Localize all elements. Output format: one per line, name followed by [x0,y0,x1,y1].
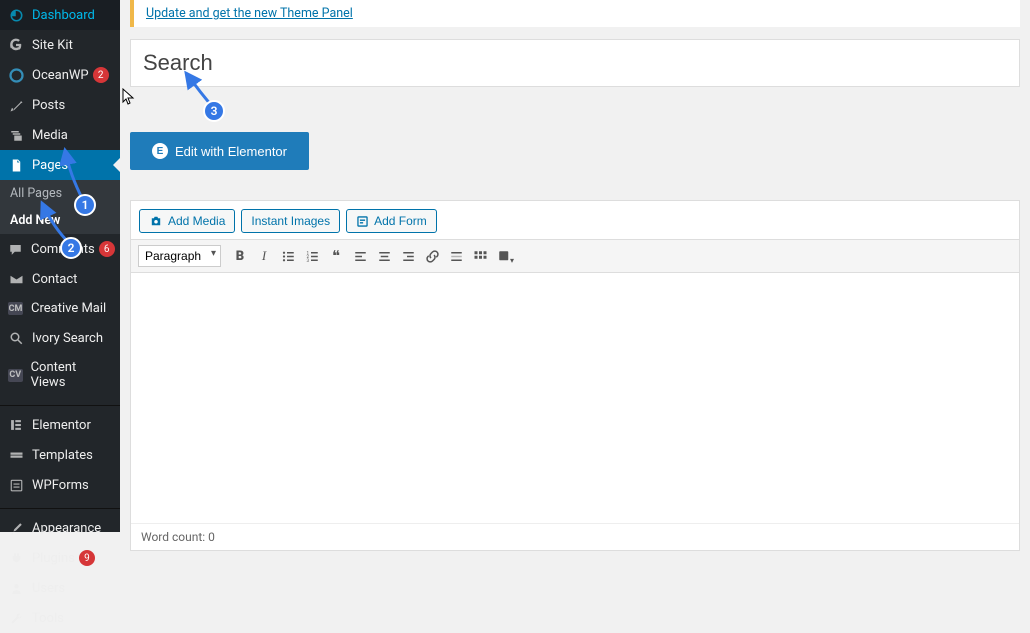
edit-with-elementor-button[interactable]: E Edit with Elementor [130,132,309,170]
sidebar-item-templates[interactable]: Templates [0,440,120,470]
oceanwp-icon [8,67,24,83]
cv-icon: CV [8,369,23,382]
admin-sidebar: Dashboard Site Kit OceanWP 2 Posts Media… [0,0,120,532]
submenu-add-new[interactable]: Add New [0,207,120,234]
toolbar-toggle-button[interactable] [469,245,491,267]
sidebar-item-appearance[interactable]: Appearance [0,513,120,543]
media-icon [8,127,24,143]
menu-label: Tools [32,611,64,626]
pin-icon [8,97,24,113]
sidebar-item-tools[interactable]: Tools [0,603,120,633]
menu-label: OceanWP [32,68,89,83]
numbered-list-button[interactable]: 123 [301,245,323,267]
dashboard-icon [8,7,24,23]
camera-icon [149,214,163,228]
sidebar-item-oceanwp[interactable]: OceanWP 2 [0,60,120,90]
page-icon [8,157,24,173]
sidebar-item-content-views[interactable]: CV Content Views [0,353,120,397]
classic-editor: Add Media Instant Images Add Form Paragr… [130,200,1020,551]
sidebar-item-creative-mail[interactable]: CM Creative Mail [0,294,120,323]
envelope-icon [8,271,24,287]
admin-notice: Update and get the new Theme Panel [130,0,1020,27]
word-count: Word count: 0 [131,523,1019,550]
sidebar-item-wpforms[interactable]: WPForms [0,470,120,500]
sidebar-item-sitekit[interactable]: Site Kit [0,30,120,60]
pages-submenu: All Pages Add New [0,180,120,234]
add-block-button[interactable]: ▾ [493,245,515,267]
blockquote-button[interactable]: ❝ [325,245,347,267]
sidebar-item-pages[interactable]: Pages [0,150,120,180]
menu-label: Ivory Search [32,331,103,346]
user-icon [8,580,24,596]
form-icon [356,215,369,228]
comments-badge: 6 [99,241,115,257]
bullet-list-button[interactable] [277,245,299,267]
brush-icon [8,520,24,536]
media-buttons-row: Add Media Instant Images Add Form [131,201,1019,239]
align-right-button[interactable] [397,245,419,267]
menu-label: Contact [32,272,77,287]
sidebar-item-media[interactable]: Media [0,120,120,150]
button-label: Add Form [374,214,427,228]
sidebar-item-posts[interactable]: Posts [0,90,120,120]
menu-label: Plugins [32,551,75,566]
add-form-button[interactable]: Add Form [346,209,437,233]
sidebar-item-dashboard[interactable]: Dashboard [0,0,120,30]
sidebar-item-ivory-search[interactable]: Ivory Search [0,323,120,353]
instant-images-button[interactable]: Instant Images [241,209,340,233]
menu-label: Appearance [32,521,101,536]
align-left-button[interactable] [349,245,371,267]
plugin-icon [8,550,24,566]
editor-canvas[interactable] [131,273,1019,523]
wrench-icon [8,610,24,626]
sidebar-item-elementor[interactable]: Elementor [0,410,120,440]
menu-label: Posts [32,98,65,113]
button-label: Instant Images [251,214,330,228]
plugins-badge: 9 [79,550,95,566]
submenu-all-pages[interactable]: All Pages [0,180,120,207]
menu-label: Content Views [31,360,112,390]
italic-button[interactable]: I [253,245,275,267]
google-icon [8,37,24,53]
wpforms-icon [8,477,24,493]
sidebar-item-plugins[interactable]: Plugins 9 [0,543,120,573]
sidebar-item-users[interactable]: Users [0,573,120,603]
menu-label: Users [32,581,65,596]
menu-label: Pages [32,158,68,173]
menu-label: Site Kit [32,38,73,53]
align-center-button[interactable] [373,245,395,267]
button-label: Add Media [168,214,225,228]
comment-icon [8,241,23,257]
button-label: Edit with Elementor [175,144,287,159]
svg-text:3: 3 [306,257,309,263]
sidebar-item-contact[interactable]: Contact [0,264,120,294]
templates-icon [8,447,24,463]
update-badge: 2 [93,67,109,83]
menu-label: Comments [31,242,95,257]
main-content: Update and get the new Theme Panel E Edi… [120,0,1030,532]
insert-more-button[interactable] [445,245,467,267]
cm-icon: CM [8,302,23,315]
link-button[interactable] [421,245,443,267]
elementor-icon [8,417,24,433]
notice-link[interactable]: Update and get the new Theme Panel [146,6,353,21]
menu-label: WPForms [32,478,89,493]
menu-label: Dashboard [32,8,95,23]
elementor-circle-icon: E [152,143,168,159]
search-icon [8,330,24,346]
add-media-button[interactable]: Add Media [139,209,235,233]
sidebar-item-comments[interactable]: Comments 6 [0,234,120,264]
menu-label: Media [32,128,68,143]
menu-label: Creative Mail [31,301,106,316]
menu-label: Elementor [32,418,91,433]
menu-label: Templates [32,448,93,463]
format-select[interactable]: Paragraph [138,245,221,267]
bold-button[interactable]: B [229,245,251,267]
page-title-input[interactable] [130,39,1020,87]
editor-toolbar: Paragraph B I 123 ❝ ▾ [131,239,1019,273]
